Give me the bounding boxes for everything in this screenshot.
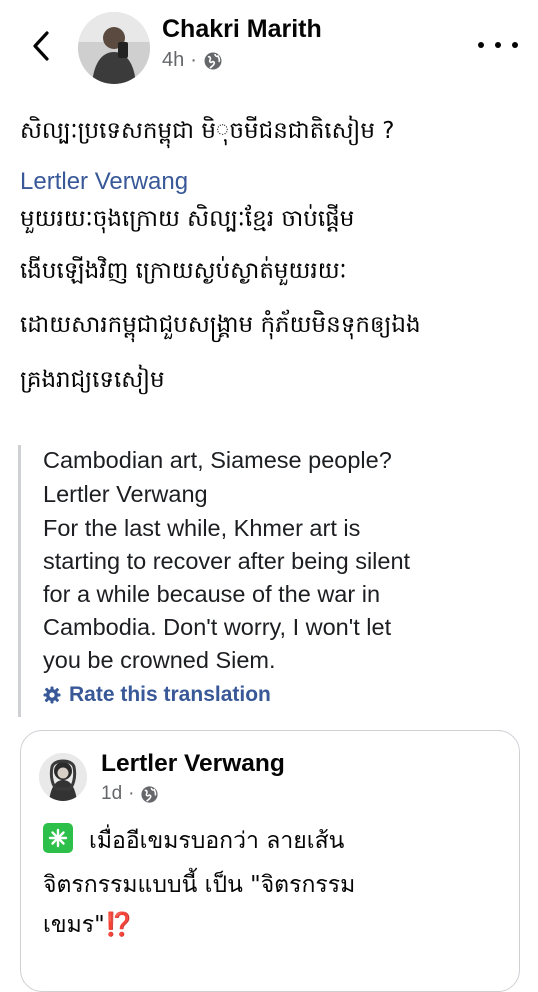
author-name[interactable]: Chakri Marith: [162, 15, 322, 44]
shared-post-line: เมื่ออีเขมรบอกว่า ลายเส้น: [89, 828, 345, 854]
translation-line: For the last while, Khmer art is: [43, 515, 361, 541]
back-button[interactable]: [26, 26, 56, 66]
shared-author-name[interactable]: Lertler Verwang: [101, 750, 285, 778]
sparkle-icon: [43, 823, 73, 853]
post-header: Chakri Marith 4h ·: [0, 0, 538, 96]
more-horizontal-icon: [478, 42, 484, 48]
globe-icon: [141, 785, 159, 803]
meta-separator: ·: [128, 783, 135, 804]
shared-post-card[interactable]: Lertler Verwang 1d · เมื่ออีเขมรบอกว่า ล…: [20, 730, 520, 992]
post-meta: 4h ·: [162, 49, 223, 72]
shared-post-meta: 1d ·: [101, 783, 159, 805]
post-body-line: ងើបឡើងវិញ ក្រោយស្ងប់ស្ងាត់មួយរយៈ: [20, 258, 347, 284]
translation-title: Cambodian art, Siamese people?: [43, 447, 392, 473]
translation-mention[interactable]: Lertler Verwang: [43, 481, 208, 508]
globe-icon: [204, 52, 222, 69]
more-options-button[interactable]: [478, 33, 518, 57]
gear-icon: [43, 686, 61, 704]
translation-line: you be crowned Siem.: [43, 647, 276, 673]
translation-block: Cambodian art, Siamese people? Lertler V…: [18, 445, 525, 717]
rate-translation-button[interactable]: Rate this translation: [43, 683, 271, 707]
interrobang-icon: ⁉️: [104, 912, 134, 938]
post-body-line: ដោយសារកម្ពុជាជួបសង្គ្រាម កុំភ័យមិនទុកឲ្យ…: [20, 312, 421, 338]
post-time[interactable]: 4h: [162, 49, 184, 72]
translation-line: Cambodia. Don't worry, I won't let: [43, 614, 392, 640]
shared-post-line-last: เขมร"⁉️: [43, 907, 133, 943]
author-avatar[interactable]: [78, 12, 150, 84]
translation-line: for a while because of the war in: [43, 581, 381, 607]
post-title: សិល្បៈប្រទេសកម្ពុជា មិុចមីជនជាតិសៀម ?: [20, 118, 395, 144]
post-mention[interactable]: Lertler Verwang: [20, 168, 188, 196]
shared-author-avatar[interactable]: [39, 753, 87, 801]
shared-post-text: เขมร": [43, 912, 105, 938]
shared-post-time[interactable]: 1d: [101, 783, 122, 805]
post-body-line: មួយរយៈចុងក្រោយ សិល្បៈខ្មែរ ចាប់ផ្តើម: [20, 206, 355, 232]
shared-post-line: จิตรกรรมแบบนี้ เป็น "จิตรกรรม: [43, 872, 356, 898]
translation-line: starting to recover after being silent: [43, 548, 411, 574]
chevron-left-icon: [33, 31, 49, 61]
post-body-line: គ្រងរាជ្យទេសៀម: [20, 367, 165, 393]
meta-separator: ·: [190, 49, 197, 71]
rate-translation-label: Rate this translation: [69, 683, 271, 706]
